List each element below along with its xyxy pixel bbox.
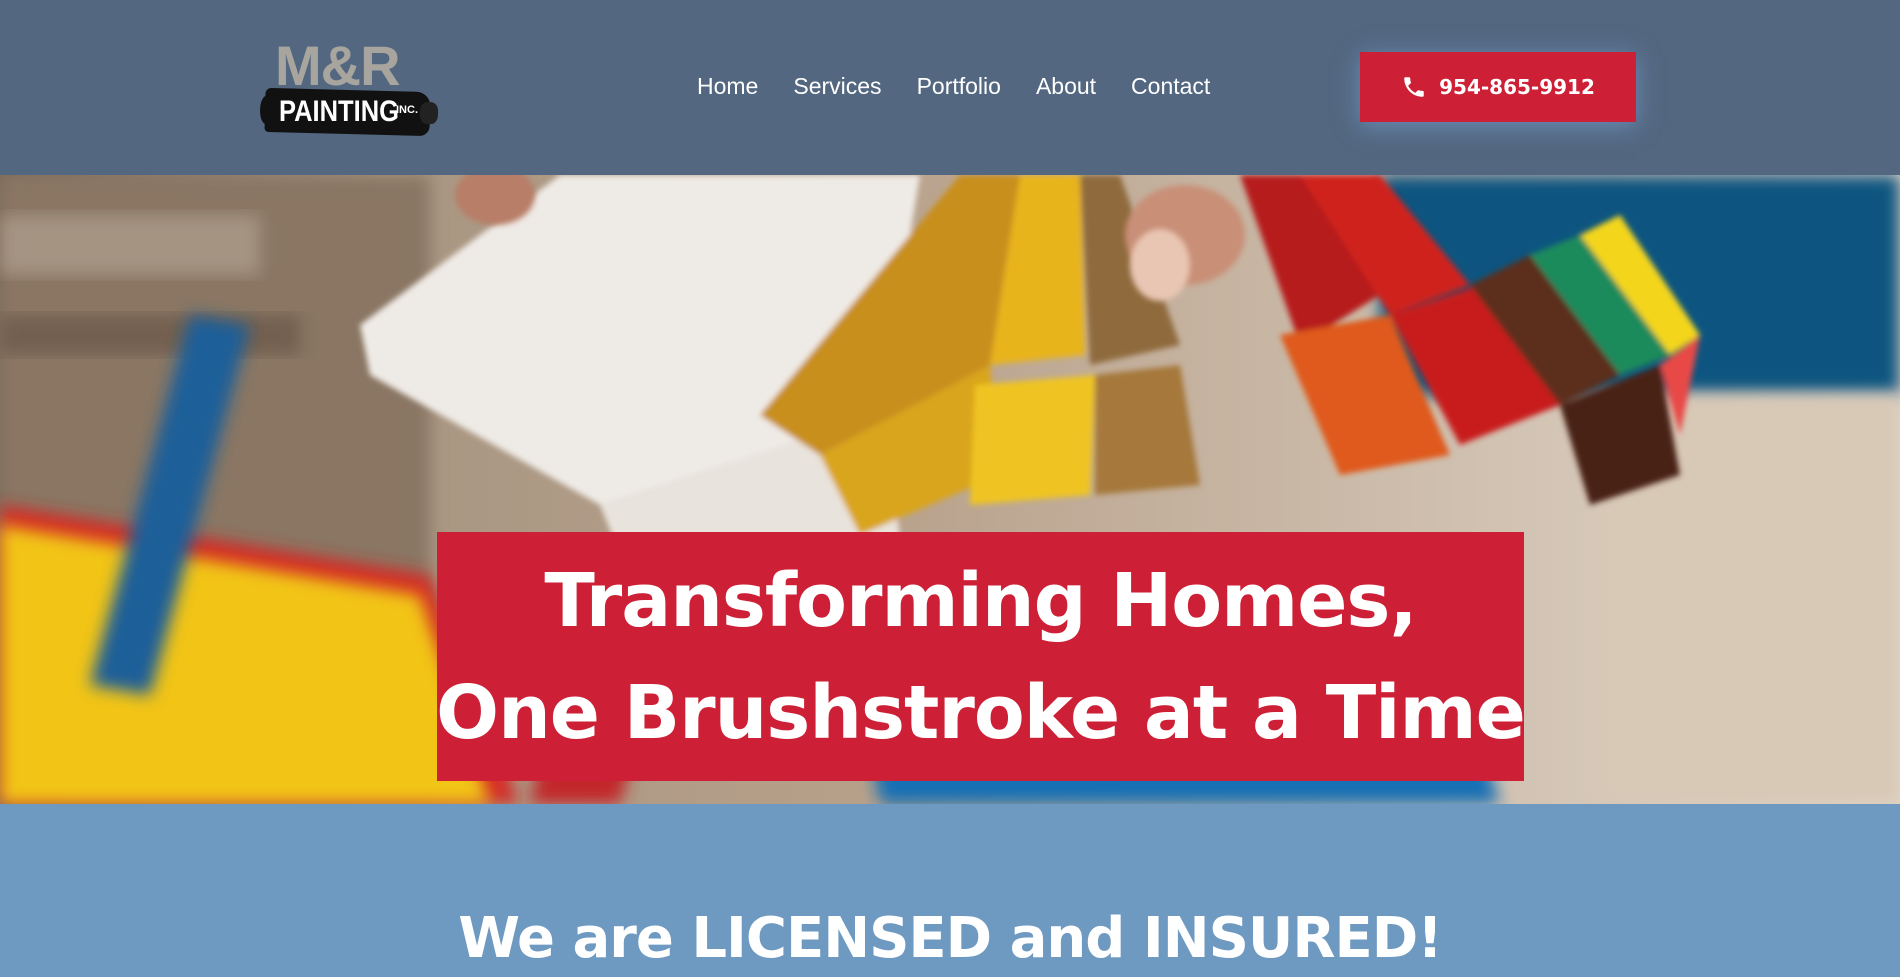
nav-item-portfolio[interactable]: Portfolio: [917, 70, 1001, 102]
licensed-band: We are LICENSED and INSURED!: [0, 804, 1900, 977]
hero-headline-line-2: One Brushstroke at a Time: [436, 669, 1526, 756]
hero-section: Transforming Homes, One Brushstroke at a…: [0, 175, 1900, 804]
phone-number: 954-865-9912: [1439, 75, 1595, 99]
phone-call-button[interactable]: 954-865-9912: [1360, 52, 1636, 122]
phone-icon: [1404, 77, 1424, 97]
main-nav: Home Services Portfolio About Contact: [697, 70, 1245, 102]
logo-inc-text: INC.: [396, 104, 418, 116]
company-logo[interactable]: M&R PAINTING INC.: [264, 34, 435, 138]
logo-top-text: M&R: [275, 34, 401, 97]
licensed-title: We are LICENSED and INSURED!: [458, 906, 1443, 971]
site-header: M&R PAINTING INC. Home Services Portfoli…: [0, 0, 1900, 175]
logo-bottom-text: PAINTING: [279, 95, 399, 128]
hero-headline-box: Transforming Homes, One Brushstroke at a…: [436, 532, 1526, 781]
nav-item-home[interactable]: Home: [697, 70, 758, 102]
nav-item-about[interactable]: About: [1036, 70, 1096, 102]
hero-headline-line-1: Transforming Homes,: [544, 557, 1417, 644]
nav-item-services[interactable]: Services: [793, 70, 881, 102]
nav-item-contact[interactable]: Contact: [1131, 70, 1210, 102]
